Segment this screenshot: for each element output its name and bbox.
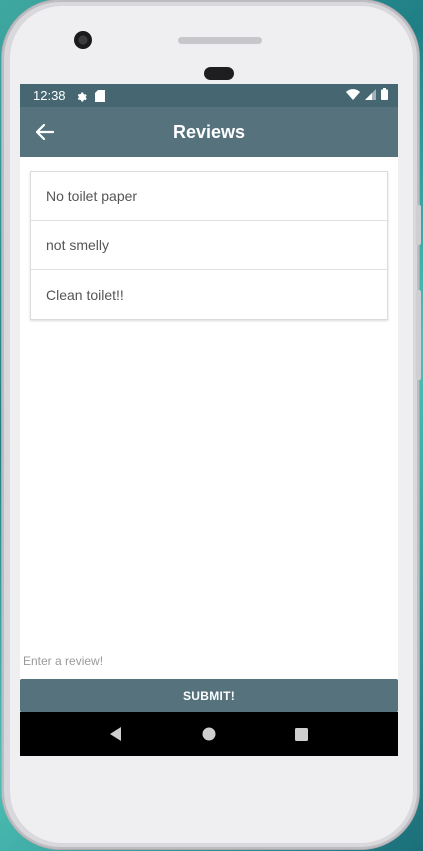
front-camera	[74, 31, 92, 49]
battery-icon	[381, 88, 388, 103]
back-triangle-icon[interactable]	[106, 724, 126, 744]
reviews-list: No toilet paper not smelly Clean toilet!…	[30, 171, 388, 320]
wifi-icon	[346, 88, 360, 103]
status-right-icons	[346, 88, 388, 103]
submit-button[interactable]: SUBMIT!	[20, 679, 398, 712]
sd-card-icon	[94, 89, 105, 102]
volume-button	[416, 205, 421, 245]
arrow-left-icon[interactable]	[34, 121, 56, 143]
page-title: Reviews	[172, 121, 246, 142]
system-nav-bar	[20, 712, 398, 756]
power-button	[416, 290, 421, 380]
list-item[interactable]: No toilet paper	[31, 172, 387, 221]
list-item[interactable]: not smelly	[31, 221, 387, 270]
app-bar: Reviews	[20, 107, 398, 157]
recents-square-icon[interactable]	[292, 724, 312, 744]
status-bar: 12:38	[20, 84, 398, 107]
review-input[interactable]	[23, 650, 395, 672]
earpiece-speaker	[178, 37, 262, 44]
gear-icon	[75, 90, 87, 102]
proximity-sensor	[204, 67, 234, 80]
list-item[interactable]: Clean toilet!!	[31, 270, 387, 319]
cell-signal-icon	[365, 88, 376, 103]
device-screen: 12:38 Reviews No toilet paper not smelly	[20, 84, 398, 756]
status-time: 12:38	[33, 88, 66, 103]
home-circle-icon[interactable]	[199, 724, 219, 744]
